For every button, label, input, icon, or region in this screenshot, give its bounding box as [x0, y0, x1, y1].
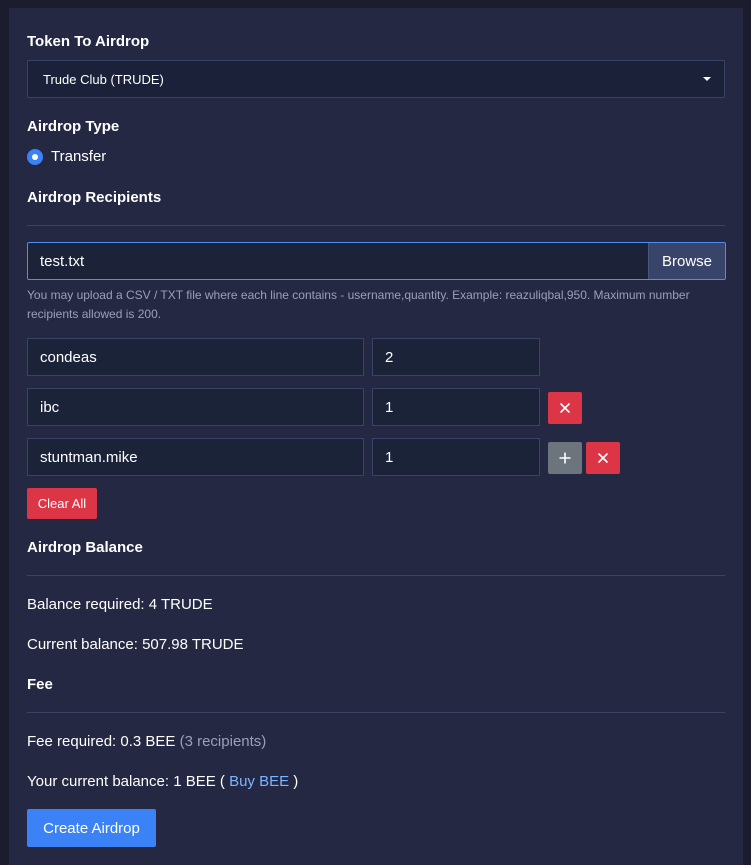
balance-heading: Airdrop Balance: [27, 539, 143, 556]
airdrop-form-panel: Token To Airdrop Trude Club (TRUDE) Aird…: [9, 8, 743, 865]
recipient-quantity-input[interactable]: 1: [372, 388, 540, 426]
chevron-down-icon: [703, 77, 711, 81]
add-recipient-button[interactable]: [548, 442, 582, 474]
create-airdrop-button[interactable]: Create Airdrop: [27, 809, 156, 847]
fee-balance-line: Your current balance: 1 BEE ( Buy BEE ): [27, 773, 298, 790]
divider: [27, 225, 725, 226]
recipient-username-input[interactable]: stuntman.mike: [27, 438, 364, 476]
recipient-username-input[interactable]: ibc: [27, 388, 364, 426]
browse-button[interactable]: Browse: [648, 243, 725, 279]
file-upload-input[interactable]: test.txt Browse: [27, 242, 726, 280]
buy-bee-link[interactable]: Buy BEE: [229, 773, 289, 790]
fee-balance-prefix: Your current balance: 1 BEE (: [27, 773, 225, 790]
transfer-radio[interactable]: Transfer: [27, 148, 106, 165]
current-balance: Current balance: 507.98 TRUDE: [27, 636, 244, 653]
close-icon: [559, 402, 571, 414]
fee-heading: Fee: [27, 676, 53, 693]
recipients-heading: Airdrop Recipients: [27, 189, 162, 206]
balance-required: Balance required: 4 TRUDE: [27, 596, 213, 613]
close-icon: [597, 452, 609, 464]
airdrop-type-heading: Airdrop Type: [27, 118, 120, 135]
fee-recipients-note: (3 recipients): [179, 733, 267, 750]
remove-recipient-button[interactable]: [586, 442, 620, 474]
remove-recipient-button[interactable]: [548, 392, 582, 424]
clear-all-button[interactable]: Clear All: [27, 488, 97, 519]
divider: [27, 712, 725, 713]
fee-balance-suffix: ): [293, 773, 299, 790]
token-heading: Token To Airdrop: [27, 33, 150, 50]
fee-required-line: Fee required: 0.3 BEE (3 recipients): [27, 733, 266, 750]
divider: [27, 575, 725, 576]
radio-checked-icon: [27, 148, 43, 165]
fee-required: Fee required: 0.3 BEE: [27, 733, 176, 750]
token-select-value: Trude Club (TRUDE): [43, 71, 164, 87]
recipient-quantity-input[interactable]: 2: [372, 338, 540, 376]
recipient-username-input[interactable]: condeas: [27, 338, 364, 376]
transfer-radio-label: Transfer: [51, 148, 107, 165]
token-select[interactable]: Trude Club (TRUDE): [27, 60, 725, 98]
recipient-quantity-input[interactable]: 1: [372, 438, 540, 476]
upload-help-text: You may upload a CSV / TXT file where ea…: [27, 288, 690, 321]
file-name: test.txt: [40, 252, 85, 270]
plus-icon: [559, 452, 571, 464]
